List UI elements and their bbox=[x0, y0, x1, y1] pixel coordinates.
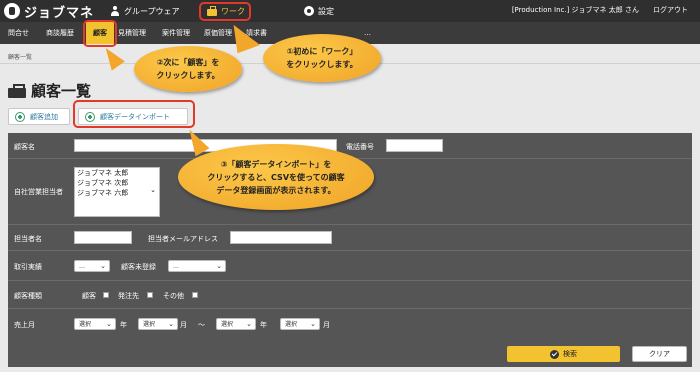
chevron-down-icon: ⌄ bbox=[100, 262, 106, 270]
type-supplier-checkbox[interactable] bbox=[147, 292, 153, 298]
month-unit: 月 bbox=[180, 321, 187, 329]
callout-step3-line3: データ登録画面が表示されます。 bbox=[216, 185, 336, 195]
sales-month-label: 売上月 bbox=[14, 321, 35, 329]
briefcase-icon bbox=[8, 83, 26, 98]
subnav-item-negotiation[interactable]: 商談履歴 bbox=[46, 22, 74, 44]
search-button-label: 検索 bbox=[563, 350, 577, 358]
add-customer-button[interactable]: 顧客追加 bbox=[8, 108, 70, 125]
callout-step2-line1: ②次に「顧客」を bbox=[156, 58, 220, 67]
page-title: 顧客一覧 bbox=[31, 82, 92, 100]
form-row-customer-type: 顧客種類 顧客 発注先 その他 bbox=[8, 281, 692, 309]
sales-rep-option[interactable]: ジョブマネ 太郎 bbox=[75, 168, 159, 178]
callout-step1: ①初めに「ワーク」 をクリックします。 bbox=[263, 34, 381, 82]
form-row-contact: 担当者名 担当者メールアドレス bbox=[8, 225, 692, 251]
chevron-down-icon: ⌄ bbox=[246, 320, 252, 328]
contact-email-input[interactable] bbox=[230, 231, 332, 244]
app-title: ジョブマネ bbox=[24, 5, 95, 21]
from-month-value: 選択 bbox=[143, 321, 156, 328]
clear-button-label: クリア bbox=[649, 350, 670, 358]
chevron-down-icon: ⌄ bbox=[168, 320, 174, 328]
breadcrumb[interactable]: 顧客一覧 bbox=[8, 52, 32, 61]
user-area: [Production Inc.] ジョブマネ 太郎 さん ログアウト bbox=[512, 5, 688, 15]
chevron-down-icon: ⌄ bbox=[310, 320, 316, 328]
range-separator: ～ bbox=[198, 321, 205, 329]
nav-settings-label: 設定 bbox=[318, 6, 334, 16]
unregistered-select[interactable]: … ⌄ bbox=[168, 260, 226, 272]
type-supplier-label: 発注先 bbox=[118, 292, 139, 300]
subnav-item-estimate[interactable]: 見積管理 bbox=[118, 22, 146, 44]
user-icon bbox=[110, 6, 120, 16]
phone-input[interactable] bbox=[386, 139, 443, 152]
type-other-label: その他 bbox=[163, 292, 184, 300]
callout-step1-line1: ①初めに「ワーク」 bbox=[286, 47, 358, 56]
contact-name-input[interactable] bbox=[74, 231, 132, 244]
unregistered-value: … bbox=[173, 263, 179, 270]
type-customer-checkbox[interactable] bbox=[103, 292, 109, 298]
gear-icon bbox=[304, 6, 314, 16]
callout-step1-line2: をクリックします。 bbox=[286, 60, 358, 69]
subnav-item-cost[interactable]: 原価管理 bbox=[204, 22, 232, 44]
clear-button[interactable]: クリア bbox=[632, 346, 687, 362]
logo-icon bbox=[4, 3, 20, 19]
user-name: [Production Inc.] ジョブマネ 太郎 さん bbox=[511, 6, 639, 14]
to-month-value: 選択 bbox=[285, 321, 298, 328]
subnav-item-inquiry[interactable]: 問合せ bbox=[8, 22, 29, 44]
type-customer-label: 顧客 bbox=[82, 292, 96, 300]
check-circle-icon bbox=[550, 349, 559, 359]
top-bar: ジョブマネ グループウェア ワーク 設定 [Production Inc.] ジ… bbox=[0, 0, 700, 22]
add-customer-label: 顧客追加 bbox=[30, 112, 58, 121]
phone-label: 電話番号 bbox=[346, 143, 374, 151]
sales-rep-listbox[interactable]: ジョブマネ 太郎 ジョブマネ 次郎 ジョブマネ 六郎 ⌄ bbox=[74, 167, 160, 217]
month-unit: 月 bbox=[323, 321, 330, 329]
nav-groupware[interactable]: グループウェア bbox=[110, 4, 180, 18]
trade-record-value: … bbox=[79, 263, 85, 270]
callout-step2-line2: クリックします。 bbox=[156, 71, 220, 80]
callout-tail-2 bbox=[99, 43, 125, 71]
callout-step3: ③「顧客データインポート」を クリックすると、CSVを使っての顧客 データ登録画… bbox=[178, 144, 374, 210]
subnav-item-project[interactable]: 案件管理 bbox=[162, 22, 190, 44]
year-unit: 年 bbox=[120, 321, 127, 329]
to-month-select[interactable]: 選択 ⌄ bbox=[280, 318, 320, 330]
sales-rep-label: 自社営業担当者 bbox=[14, 188, 63, 196]
callout-step3-line1: ③「顧客データインポート」を bbox=[220, 159, 332, 169]
form-row-trade: 取引実績 … ⌄ 顧客未登録 … ⌄ bbox=[8, 251, 692, 281]
plus-circle-icon bbox=[15, 111, 25, 122]
from-month-select[interactable]: 選択 ⌄ bbox=[138, 318, 178, 330]
highlight-import bbox=[73, 100, 195, 128]
type-other-checkbox[interactable] bbox=[192, 292, 198, 298]
page-header: 顧客一覧 bbox=[8, 80, 91, 101]
contact-name-label: 担当者名 bbox=[14, 235, 42, 243]
trade-record-label: 取引実績 bbox=[14, 263, 42, 271]
form-row-sales-month: 売上月 選択 ⌄ 年 選択 ⌄ 月 ～ 選択 ⌄ 年 選択 ⌄ 月 bbox=[8, 309, 692, 339]
nav-groupware-label: グループウェア bbox=[124, 6, 180, 16]
sales-rep-option[interactable]: ジョブマネ 六郎 bbox=[75, 188, 159, 198]
chevron-down-icon: ⌄ bbox=[150, 186, 156, 194]
nav-settings[interactable]: 設定 bbox=[304, 4, 334, 18]
highlight-work bbox=[199, 2, 251, 21]
callout-step3-line2: クリックすると、CSVを使っての顧客 bbox=[207, 172, 345, 182]
search-button[interactable]: 検索 bbox=[507, 346, 620, 362]
sales-rep-option[interactable]: ジョブマネ 次郎 bbox=[75, 178, 159, 188]
chevron-down-icon: ⌄ bbox=[216, 262, 222, 270]
to-year-select[interactable]: 選択 ⌄ bbox=[216, 318, 256, 330]
logout-link[interactable]: ログアウト bbox=[653, 5, 688, 15]
trade-record-select[interactable]: … ⌄ bbox=[74, 260, 110, 272]
app-logo[interactable]: ジョブマネ bbox=[4, 3, 95, 21]
customer-type-label: 顧客種類 bbox=[14, 292, 42, 300]
year-unit: 年 bbox=[260, 321, 267, 329]
from-year-value: 選択 bbox=[79, 321, 92, 328]
from-year-select[interactable]: 選択 ⌄ bbox=[74, 318, 116, 330]
unregistered-label: 顧客未登録 bbox=[121, 263, 156, 271]
chevron-down-icon: ⌄ bbox=[106, 320, 112, 328]
customer-name-label: 顧客名 bbox=[14, 143, 35, 151]
contact-email-label: 担当者メールアドレス bbox=[148, 235, 218, 243]
callout-step2: ②次に「顧客」を クリックします。 bbox=[134, 46, 242, 92]
to-year-value: 選択 bbox=[221, 321, 234, 328]
